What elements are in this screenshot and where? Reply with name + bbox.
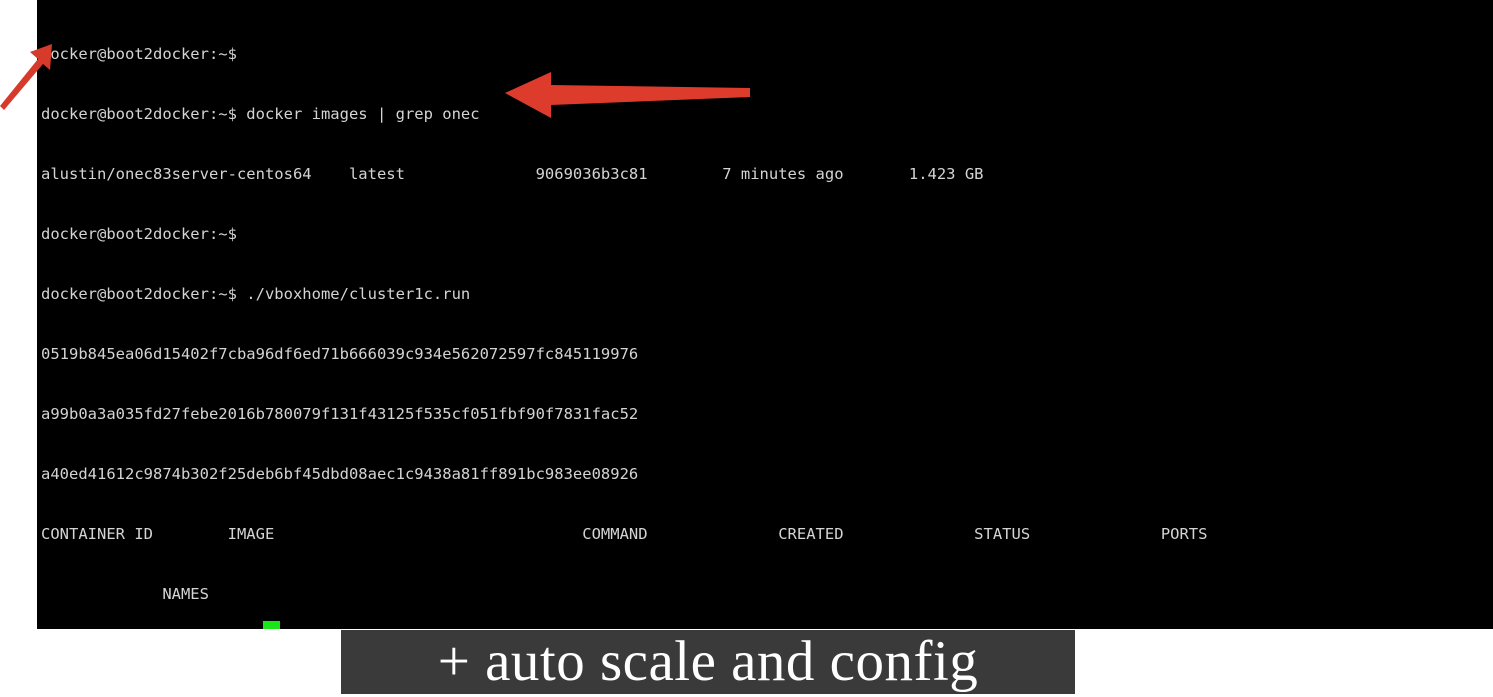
terminal-output: docker@boot2docker:~$ docker@boot2docker…	[41, 4, 1493, 629]
caption-banner: + auto scale and config	[341, 630, 1075, 694]
caption-text: + auto scale and config	[437, 630, 979, 693]
terminal-line: NAMES	[41, 585, 209, 603]
terminal-line: docker@boot2docker:~$	[41, 45, 237, 63]
screenshot-stage: docker@boot2docker:~$ docker@boot2docker…	[0, 0, 1493, 697]
page-left-margin	[0, 0, 37, 629]
terminal-line: docker@boot2docker:~$ ./vboxhome/cluster…	[41, 285, 471, 303]
terminal-line: docker@boot2docker:~$	[41, 225, 237, 243]
terminal-line: 0519b845ea06d15402f7cba96df6ed71b666039c…	[41, 345, 639, 363]
terminal-line: a40ed41612c9874b302f25deb6bf45dbd08aec1c…	[41, 465, 639, 483]
terminal-line: CONTAINER ID IMAGE COMMAND CREATED STATU…	[41, 525, 1208, 543]
terminal-line: alustin/onec83server-centos64 latest 906…	[41, 165, 984, 183]
terminal-cursor	[263, 621, 280, 629]
terminal-line: a99b0a3a035fd27febe2016b780079f131f43125…	[41, 405, 639, 423]
terminal-line: docker@boot2docker:~$ docker images | gr…	[41, 105, 480, 123]
terminal-window[interactable]: docker@boot2docker:~$ docker@boot2docker…	[0, 0, 1493, 629]
